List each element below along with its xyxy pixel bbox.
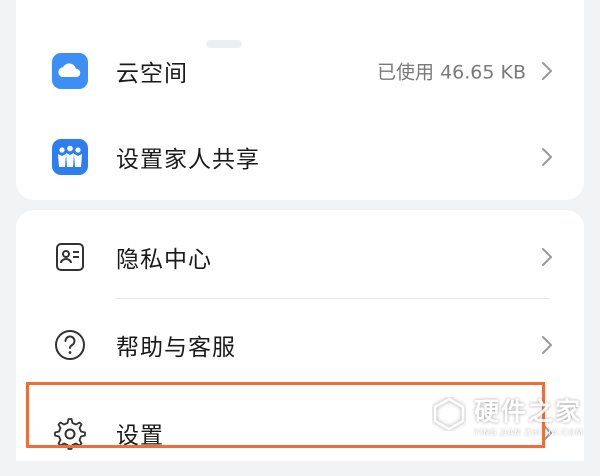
chevron-right-icon [542, 148, 552, 166]
watermark-logo-icon [433, 397, 465, 431]
storage-usage-value: 已使用 46.65 KB [377, 61, 526, 84]
menu-item-family-share[interactable]: 设置家人共享 [16, 114, 584, 200]
chevron-right-icon [542, 336, 552, 354]
menu-item-label: 隐私中心 [116, 247, 212, 273]
question-circle-icon [50, 325, 90, 365]
cloud-icon [50, 51, 90, 91]
menu-item-cloud-space[interactable]: 云空间 已使用 46.65 KB [16, 28, 584, 114]
menu-item-label: 设置家人共享 [116, 147, 260, 173]
menu-item-label: 帮助与客服 [116, 335, 236, 361]
watermark-title: 硬件之家 [474, 396, 583, 426]
watermark-subtitle: YING JIAN ZHI JIA.COM [474, 427, 584, 437]
divider [116, 298, 550, 299]
chevron-right-icon [542, 248, 552, 266]
menu-item-label: 云空间 [116, 61, 188, 87]
menu-item-help-support[interactable]: 帮助与客服 [16, 302, 584, 388]
account-services-card: 云空间 已使用 46.65 KB 设置家人共享 [16, 0, 584, 200]
watermark: 硬件之家 YING JIAN ZHI JIA.COM [432, 388, 592, 440]
chevron-right-icon [542, 62, 552, 80]
privacy-id-card-icon [50, 237, 90, 277]
family-share-icon [50, 137, 90, 177]
menu-item-privacy-center[interactable]: 隐私中心 [16, 214, 584, 300]
